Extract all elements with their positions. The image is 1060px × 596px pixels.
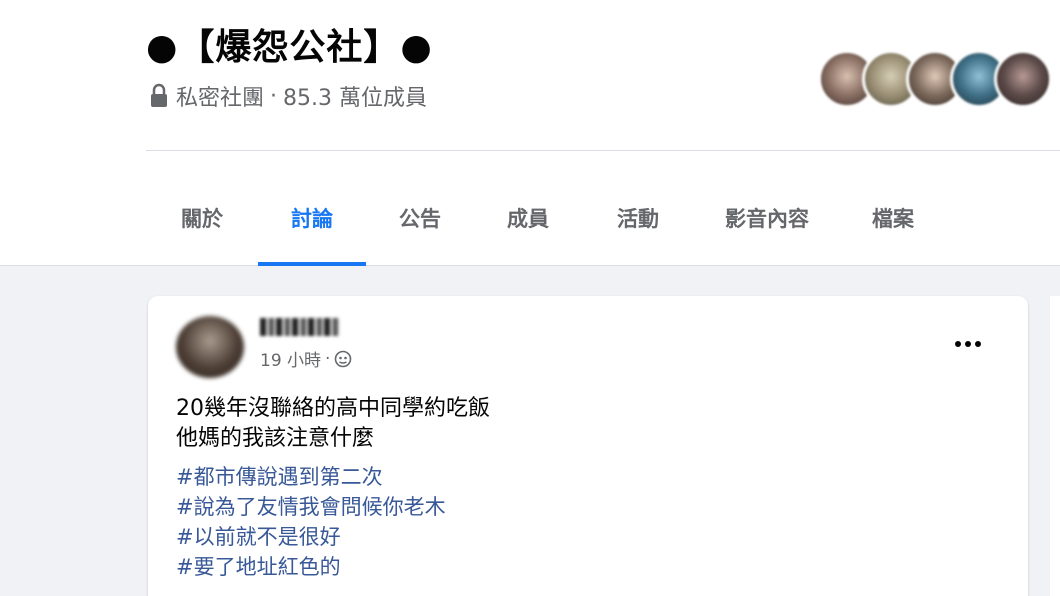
hashtag-link[interactable]: #要了地址紅色的 xyxy=(176,552,446,582)
author-name-redacted[interactable] xyxy=(260,318,340,336)
hashtag-link[interactable]: #都市傳說遇到第二次 xyxy=(176,462,446,492)
hashtag-link[interactable]: #說為了友情我會問候你老木 xyxy=(176,492,446,522)
tab-events[interactable]: 活動 xyxy=(582,170,694,266)
more-options-icon[interactable] xyxy=(948,330,988,358)
group-meta: 私密社團 · 85.3 萬位成員 xyxy=(148,80,427,112)
post-meta: 19 小時 · xyxy=(260,346,352,371)
post-time[interactable]: 19 小時 xyxy=(260,346,321,371)
member-count[interactable]: 85.3 萬位成員 xyxy=(283,80,427,112)
tab-files[interactable]: 檔案 xyxy=(840,170,946,266)
tab-media[interactable]: 影音內容 xyxy=(694,170,840,266)
lock-icon xyxy=(151,83,167,107)
tab-announcements[interactable]: 公告 xyxy=(366,170,474,266)
group-privacy: 私密社團 xyxy=(176,86,265,111)
group-title[interactable]: ●【爆怨公社】● xyxy=(146,18,433,70)
group-header: ●【爆怨公社】● 私密社團 · 85.3 萬位成員 關於 討論 公告 成員 活動… xyxy=(0,0,1060,266)
globe-icon[interactable] xyxy=(334,350,352,368)
meta-separator: · xyxy=(270,83,278,109)
post-body: 20幾年沒聯絡的高中同學約吃飯 他媽的我該注意什麼 xyxy=(176,394,490,454)
member-avatar[interactable] xyxy=(994,50,1052,108)
post-body-line: 他媽的我該注意什麼 xyxy=(176,426,375,451)
side-panel-edge xyxy=(1050,296,1060,596)
tab-members[interactable]: 成員 xyxy=(474,170,582,266)
hashtag-list: #都市傳說遇到第二次 #說為了友情我會問候你老木 #以前就不是很好 #要了地址紅… xyxy=(176,462,446,582)
hashtag-link[interactable]: #以前就不是很好 xyxy=(176,522,446,552)
tab-discussion[interactable]: 討論 xyxy=(258,170,366,266)
group-tabs: 關於 討論 公告 成員 活動 影音內容 檔案 xyxy=(146,170,946,266)
header-divider xyxy=(146,150,1060,151)
author-avatar[interactable] xyxy=(176,316,244,378)
post-meta-separator: · xyxy=(325,348,331,369)
tab-about[interactable]: 關於 xyxy=(146,170,258,266)
post-body-line: 20幾年沒聯絡的高中同學約吃飯 xyxy=(176,396,490,421)
post-card: 19 小時 · 20幾年沒聯絡的高中同學約吃飯 他媽的我該注意什麼 #都市傳說遇… xyxy=(148,296,1028,596)
member-avatars[interactable] xyxy=(818,50,1052,108)
